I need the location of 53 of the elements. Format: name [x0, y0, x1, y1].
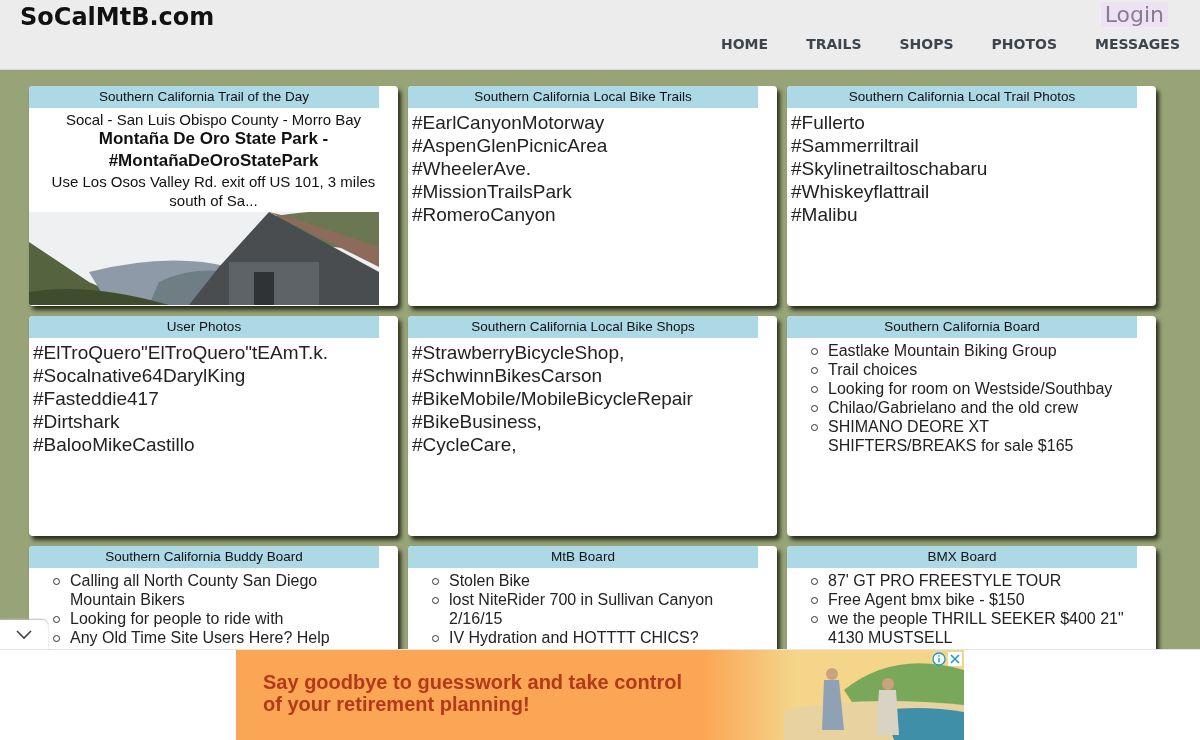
topic-link[interactable]: Chilao/Gabrielano and the old crew [828, 398, 1078, 417]
topic-link[interactable]: Stolen Bike [449, 571, 530, 590]
hashtag-link[interactable]: #Sammerriltrail [791, 134, 1156, 157]
topic-link[interactable]: Calling all North County San Diego Mountain Bikers [70, 571, 372, 609]
card-title: Southern California Local Trail Photos [787, 86, 1137, 108]
hashtag-link[interactable]: #Skylinetrailtoschabaru [791, 157, 1156, 180]
ad-text: Say goodbye to guesswork and take control of your retirement planning! [263, 671, 683, 715]
topic-link[interactable]: Trail choices [828, 360, 918, 379]
site-title[interactable]: SoCalMtB.com [20, 3, 215, 31]
hashtag-link[interactable]: #AspenGlenPicnicArea [412, 134, 777, 157]
card-title: Southern California Local Bike Shops [408, 316, 758, 338]
hashtag-link[interactable]: #SchwinnBikesCarson [412, 364, 777, 387]
hashtag-link[interactable]: #Fullerto [791, 111, 1156, 134]
card-title: BMX Board [787, 546, 1137, 568]
topic-link[interactable]: SHIMANO DEORE XT SHIFTERS/BREAKS for sale $165 [828, 417, 1130, 455]
topic-link[interactable]: IV Hydration and HOTTTT CHICS? [449, 628, 699, 647]
hashtag-link[interactable]: #ElTroQuero"ElTroQuero"tEAmT.k. [33, 341, 398, 364]
trail-name[interactable]: Montaña De Oro State Park - #MontañaDeOroStatePark [29, 128, 398, 172]
hashtag-link[interactable]: #Whiskeyflattrail [791, 180, 1156, 203]
topic-link[interactable]: Free Agent bmx bike - $150 [828, 590, 1025, 609]
nav-link[interactable]: MESSAGES [1095, 36, 1180, 52]
topic-link[interactable]: lost NiteRider 700 in Sullivan Canyon 2/16/15 [449, 590, 751, 628]
card-title: Southern California Buddy Board [29, 546, 379, 568]
topic-link[interactable]: Any Old Time Site Users Here? Help [70, 628, 330, 647]
hashtag-link[interactable]: #CycleCare, [412, 433, 777, 456]
nav-link[interactable]: TRAILS [806, 36, 862, 52]
hashtag-link[interactable]: #Fasteddie417 [33, 387, 398, 410]
card-title: User Photos [29, 316, 379, 338]
trail-description: Use Los Osos Valley Rd. exit off US 101, 3 miles south of Sa... [50, 172, 377, 210]
topic-link[interactable]: we the people THRILL SEEKER $400 21" 4130 MUSTSELL [828, 609, 1130, 647]
hashtag-link[interactable]: #Malibu [791, 203, 1156, 226]
card-title: Southern California Trail of the Day [29, 86, 379, 108]
topic-link[interactable]: 87' GT PRO FREESTYLE TOUR [828, 571, 1062, 590]
hashtag-link[interactable]: #BikeMobile/MobileBicycleRepair [412, 387, 777, 410]
topic-link[interactable]: Eastlake Mountain Biking Group [828, 341, 1057, 360]
hashtag-link[interactable]: #EarlCanyonMotorway [412, 111, 777, 134]
hashtag-link[interactable]: #StrawberryBicycleShop, [412, 341, 777, 364]
hashtag-link[interactable]: #MissionTrailsPark [412, 180, 777, 203]
hashtag-link[interactable]: #Socalnative64DarylKing [33, 364, 398, 387]
trail-location: Socal - San Luis Obispo County - Morro Bay [64, 111, 363, 128]
card-title: MtB Board [408, 546, 758, 568]
hashtag-link[interactable]: #RomeroCanyon [412, 203, 777, 226]
nav-link[interactable]: PHOTOS [991, 36, 1057, 52]
hashtag-link[interactable]: #WheelerAve. [412, 157, 777, 180]
card-title: Southern California Local Bike Trails [408, 86, 758, 108]
topic-link[interactable]: Looking for room on Westside/Southbay [828, 379, 1113, 398]
nav-link[interactable]: HOME [721, 36, 769, 52]
nav-link[interactable]: SHOPS [899, 36, 954, 52]
hashtag-link[interactable]: #BalooMikeCastillo [33, 433, 398, 456]
card-title: Southern California Board [787, 316, 1137, 338]
topic-link[interactable]: Looking for people to ride with [70, 609, 284, 628]
hashtag-link[interactable]: #BikeBusiness, [412, 410, 777, 433]
hashtag-link[interactable]: #Dirtshark [33, 410, 398, 433]
